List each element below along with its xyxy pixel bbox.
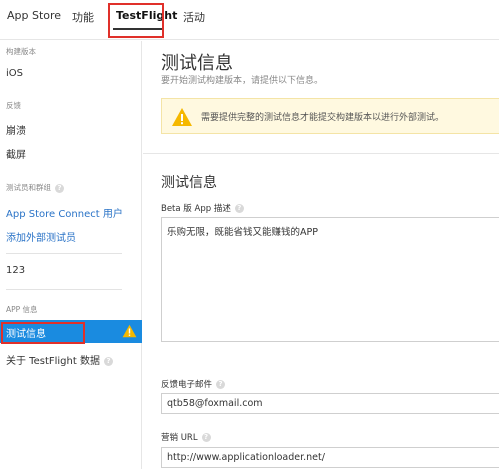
marketing-url-label: 营销 URL? xyxy=(161,431,211,443)
sidebar-header-testers-label: 测试员和群组 xyxy=(6,183,51,192)
help-icon[interactable]: ? xyxy=(234,204,244,213)
sidebar-item-add-external-testers[interactable]: 添加外部测试员 xyxy=(6,229,76,244)
sidebar-item-about-testflight-data[interactable]: 关于 TestFlight 数据? xyxy=(6,352,113,367)
warning-icon xyxy=(122,323,137,342)
sidebar-item-screenshots[interactable]: 截屏 xyxy=(6,146,26,161)
sidebar-header-app-info: APP 信息 xyxy=(6,305,38,314)
beta-description-label-text: Beta 版 App 描述 xyxy=(161,204,231,214)
sidebar-item-crashes[interactable]: 崩溃 xyxy=(6,122,26,137)
highlight-box-test-info xyxy=(1,322,85,344)
feedback-email-label-text: 反馈电子邮件 xyxy=(161,380,213,390)
beta-description-value: 乐购无限，既能省钱又能赚钱的APP xyxy=(167,227,318,238)
page-subtitle: 要开始测试构建版本，请提供以下信息。 xyxy=(161,76,324,86)
help-icon[interactable]: ? xyxy=(216,380,226,389)
warning-icon xyxy=(171,107,193,131)
page-title: 测试信息 xyxy=(161,53,233,74)
sidebar-divider xyxy=(6,253,122,254)
sidebar-item-group-123[interactable]: 123 xyxy=(6,265,25,276)
beta-description-textarea[interactable]: 乐购无限，既能省钱又能赚钱的APP xyxy=(161,217,499,342)
marketing-url-value: http://www.applicationloader.net/ xyxy=(167,452,325,463)
marketing-url-input[interactable]: http://www.applicationloader.net/ xyxy=(161,447,499,468)
sidebar-header-builds: 构建版本 xyxy=(6,47,36,56)
feedback-email-value: qtb58@foxmail.com xyxy=(167,398,263,409)
nav-features[interactable]: 功能 xyxy=(72,9,94,25)
warning-banner: 需要提供完整的测试信息才能提交构建版本以进行外部测试。 xyxy=(161,98,499,134)
main-content: 测试信息 要开始测试构建版本，请提供以下信息。 需要提供完整的测试信息才能提交构… xyxy=(143,41,499,469)
nav-app-store[interactable]: App Store xyxy=(7,9,61,22)
warning-banner-text: 需要提供完整的测试信息才能提交构建版本以进行外部测试。 xyxy=(201,113,445,123)
section-divider xyxy=(143,153,499,154)
sidebar-item-asc-users[interactable]: App Store Connect 用户 xyxy=(6,205,123,220)
sidebar: 构建版本 iOS 反馈 崩溃 截屏 测试员和群组? App Store Conn… xyxy=(0,41,142,469)
highlight-box-testflight xyxy=(108,3,164,38)
feedback-email-label: 反馈电子邮件? xyxy=(161,378,226,390)
beta-description-label: Beta 版 App 描述? xyxy=(161,202,244,214)
sidebar-item-ios[interactable]: iOS xyxy=(6,68,23,79)
sidebar-divider xyxy=(6,289,122,290)
top-nav: App Store 功能 TestFlight 活动 xyxy=(0,0,499,40)
nav-activity[interactable]: 活动 xyxy=(183,9,205,25)
help-icon[interactable]: ? xyxy=(55,183,64,193)
marketing-url-label-text: 营销 URL xyxy=(161,433,198,443)
sidebar-header-feedback: 反馈 xyxy=(6,101,21,110)
help-icon[interactable]: ? xyxy=(201,433,211,442)
sidebar-header-testers: 测试员和群组? xyxy=(6,182,64,193)
sidebar-item-about-label: 关于 TestFlight 数据 xyxy=(6,356,100,367)
section-title: 测试信息 xyxy=(161,175,217,191)
feedback-email-input[interactable]: qtb58@foxmail.com xyxy=(161,393,499,414)
help-icon[interactable]: ? xyxy=(103,356,113,366)
